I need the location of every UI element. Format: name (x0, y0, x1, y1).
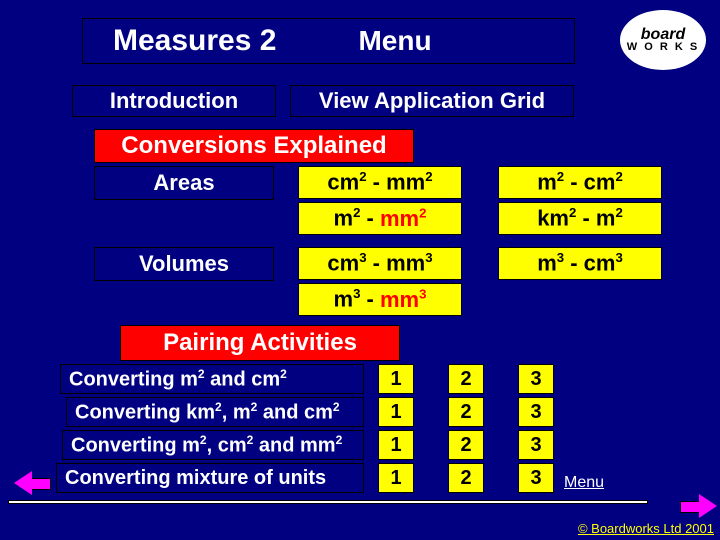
cm2-mm2-button[interactable]: cm2 - mm2 (298, 166, 462, 199)
pair-4-1-button[interactable]: 1 (378, 463, 414, 493)
pair-1-2-button[interactable]: 2 (448, 364, 484, 394)
m3-cm3-label: m3 - cm3 (537, 250, 623, 276)
pair-4-2-button[interactable]: 2 (448, 463, 484, 493)
pair-2-2-button[interactable]: 2 (448, 397, 484, 427)
pair-2-1-button[interactable]: 1 (378, 397, 414, 427)
pair-3-1-button[interactable]: 1 (378, 430, 414, 460)
pair-1-3-button[interactable]: 3 (518, 364, 554, 394)
divider (8, 500, 648, 504)
pair-3-3-button[interactable]: 3 (518, 430, 554, 460)
next-arrow-icon[interactable] (699, 494, 717, 518)
slide: Measures 2 Menu board W O R K S Introduc… (0, 0, 720, 540)
km2-m2-label: km2 - m2 (537, 205, 623, 231)
view-grid-button[interactable]: View Application Grid (290, 85, 574, 117)
pair-row-1-label: Converting m2 and cm2 (60, 364, 364, 394)
m2-cm2-button[interactable]: m2 - cm2 (498, 166, 662, 199)
pair-3-2-button[interactable]: 2 (448, 430, 484, 460)
pair-row-2-label: Converting km2, m2 and cm2 (66, 397, 364, 427)
km2-m2-button[interactable]: km2 - m2 (498, 202, 662, 235)
logo-brand: board (641, 27, 685, 42)
pair-row-4-label: Converting mixture of units (56, 463, 364, 493)
logo-sub: W O R K S (627, 42, 699, 52)
areas-button[interactable]: Areas (94, 166, 274, 200)
pair-row-3-label: Converting m2, cm2 and mm2 (62, 430, 364, 460)
volumes-button[interactable]: Volumes (94, 247, 274, 281)
m3-mm3-label: m3 - mm3 (334, 286, 427, 312)
m3-cm3-button[interactable]: m3 - cm3 (498, 247, 662, 280)
title: Measures 2 (113, 24, 276, 58)
menu-label: Menu (358, 25, 431, 57)
m3-mm3-button[interactable]: m3 - mm3 (298, 283, 462, 316)
m2-mm2-button[interactable]: m2 - mm2 (298, 202, 462, 235)
header-bar: Measures 2 Menu (82, 18, 575, 64)
cm3-mm3-button[interactable]: cm3 - mm3 (298, 247, 462, 280)
m2-cm2-label: m2 - cm2 (537, 169, 623, 195)
pair-4-3-button[interactable]: 3 (518, 463, 554, 493)
pair-2-3-button[interactable]: 3 (518, 397, 554, 427)
cm3-mm3-label: cm3 - mm3 (327, 250, 432, 276)
conversions-heading: Conversions Explained (94, 129, 414, 163)
pairing-heading: Pairing Activities (120, 325, 400, 361)
prev-arrow-icon[interactable] (14, 471, 32, 495)
menu-link[interactable]: Menu (564, 474, 604, 492)
boardworks-logo: board W O R K S (620, 10, 706, 70)
cm2-mm2-label: cm2 - mm2 (327, 169, 432, 195)
introduction-button[interactable]: Introduction (72, 85, 276, 117)
m2-mm2-label: m2 - mm2 (334, 205, 427, 231)
pair-1-1-button[interactable]: 1 (378, 364, 414, 394)
copyright: © Boardworks Ltd 2001 (578, 521, 714, 536)
